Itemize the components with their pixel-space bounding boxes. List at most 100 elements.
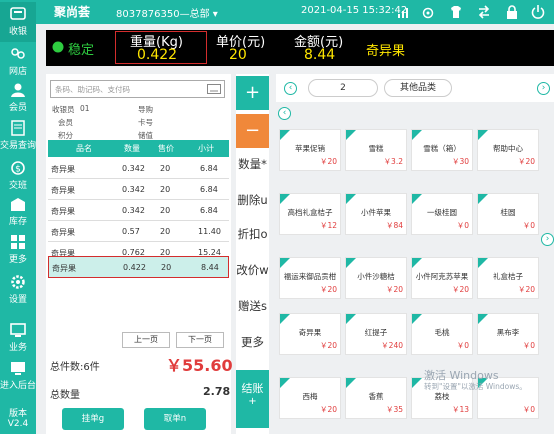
row-qty: 0.422 <box>123 263 146 272</box>
corner-tag-icon <box>280 314 290 324</box>
sidebar-item-shop[interactable]: 网店 <box>0 42 36 82</box>
row-name: 奇异果 <box>51 228 75 237</box>
product-name: 荔枝 <box>434 392 450 401</box>
change-price-button[interactable]: 改价w <box>236 260 269 280</box>
delete-button[interactable]: 删除u <box>236 190 269 210</box>
sidebar-item-inventory[interactable]: 库存 <box>0 192 36 232</box>
table-row[interactable]: 奇异果 0.342 20 6.84 <box>48 158 229 179</box>
sidebar-item-more[interactable]: 更多 <box>0 230 36 270</box>
sidebar-item-member[interactable]: 会员 <box>0 78 36 118</box>
product-tile[interactable]: 奇异果 ￥20 <box>279 313 341 355</box>
product-name: 黑布李 <box>496 328 520 337</box>
corner-tag-icon <box>412 258 422 268</box>
hold-order-button[interactable]: 挂单g <box>62 408 124 430</box>
sidebar-item-label: 交班 <box>8 181 27 191</box>
store-selector[interactable]: 8037876350—总部 ▾ <box>116 5 218 20</box>
product-tile[interactable]: 毛桃 ￥0 <box>411 313 473 355</box>
card-label: 卡号 <box>138 118 153 127</box>
product-tile[interactable]: 黑布李 ￥0 <box>477 313 539 355</box>
row-subtotal: 11.40 <box>198 227 221 236</box>
shirt-icon[interactable] <box>448 4 464 20</box>
product-tile[interactable]: 红提子 ￥240 <box>345 313 407 355</box>
product-price: ￥20 <box>517 157 535 166</box>
row-name: 奇异果 <box>51 165 75 174</box>
corner-tag-icon <box>478 194 488 204</box>
product-tile[interactable]: 小件阿克苏苹果 ￥20 <box>411 257 473 299</box>
increase-button[interactable]: + <box>236 76 269 110</box>
lock-icon[interactable] <box>504 4 520 20</box>
sidebar-item-handover[interactable]: $ 交班 <box>0 156 36 196</box>
row-price: 20 <box>160 185 171 194</box>
more-ops-button[interactable]: 更多 <box>236 332 269 352</box>
product-name: 苹果促销 <box>295 144 325 153</box>
product-tile[interactable]: 苹果促销 ￥20 <box>279 129 341 171</box>
backend-icon <box>11 362 25 375</box>
member-icon <box>11 83 25 97</box>
checkout-label: 结账 <box>241 382 264 395</box>
category-next-button[interactable]: › <box>537 82 550 95</box>
product-tile[interactable]: 礼盒桔子 ￥20 <box>477 257 539 299</box>
version-value: V2.4 <box>7 419 29 429</box>
transaction-search-icon <box>11 120 25 136</box>
total-qty-label: 总数量 <box>50 390 80 401</box>
product-tile[interactable]: 香蕉 ￥35 <box>345 377 407 419</box>
product-panel: ‹ 2 其他品类 › ‹ › 苹果促销 ￥20 雪糕 ￥3.2 雪糕（箱） ￥30 帮助中心… <box>276 74 554 434</box>
product-tile[interactable]: 帮助中心 ￥20 <box>477 129 539 171</box>
search-input[interactable]: 条码、助记码、支付码 <box>50 80 225 98</box>
corner-tag-icon <box>280 194 290 204</box>
product-tile[interactable]: 桂圆 ￥0 <box>477 193 539 235</box>
sidebar-item-label: 交易查询 <box>0 141 37 151</box>
sidebar-item-backend[interactable]: 进入后台 <box>0 356 36 396</box>
product-tile[interactable]: 西梅 ￥20 <box>279 377 341 419</box>
category-prev-button[interactable]: ‹ <box>284 82 297 95</box>
table-row[interactable]: 奇异果 0.57 20 11.40 <box>48 221 229 242</box>
product-tile[interactable]: 小件沙糖桔 ￥20 <box>345 257 407 299</box>
product-prev-button[interactable]: ‹ <box>278 107 291 120</box>
product-name: 福运来御品贡柑 <box>283 272 337 281</box>
category-tab[interactable]: 其他品类 <box>384 79 452 97</box>
row-qty: 0.57 <box>122 227 140 236</box>
product-price: ￥20 <box>319 285 337 294</box>
swap-icon[interactable] <box>476 4 492 20</box>
cloud-icon[interactable] <box>420 4 436 20</box>
product-tile[interactable]: 小件苹果 ￥84 <box>345 193 407 235</box>
datetime: 2021-04-15 15:32:42 <box>301 5 408 16</box>
next-page-button[interactable]: 下一页 <box>176 332 224 348</box>
checkout-sub: + <box>248 396 257 407</box>
product-tile[interactable]: 高档礼盒桔子 ￥12 <box>279 193 341 235</box>
sidebar-item-label: 业务 <box>8 343 27 353</box>
table-row[interactable]: 奇异果 0.342 20 6.84 <box>48 179 229 200</box>
quantity-button[interactable]: 数量* <box>236 154 269 174</box>
total-qty-value: 2.78 <box>203 385 231 398</box>
sidebar-item-settings[interactable]: 设置 <box>0 270 36 310</box>
category-tab[interactable]: 2 <box>308 79 378 97</box>
guide-label: 导购 <box>138 105 153 114</box>
product-price: ￥84 <box>385 221 403 230</box>
decrease-button[interactable]: − <box>236 114 269 148</box>
product-tile[interactable]: 一级桂圆 ￥0 <box>411 193 473 235</box>
keyboard-icon[interactable] <box>207 84 221 94</box>
corner-tag-icon <box>346 194 356 204</box>
business-icon <box>10 323 26 337</box>
power-icon[interactable] <box>530 4 546 20</box>
sidebar-item-cashier[interactable]: 收银 <box>0 2 36 42</box>
product-tile[interactable]: 雪糕（箱） ￥30 <box>411 129 473 171</box>
checkout-button[interactable]: 结账 + <box>236 370 269 428</box>
cashier-value: 01 <box>80 104 90 113</box>
sidebar-item-transactions[interactable]: 交易查询 <box>0 116 36 156</box>
gift-button[interactable]: 赠送s <box>236 296 269 316</box>
product-tile[interactable]: 福运来御品贡柑 ￥20 <box>279 257 341 299</box>
retrieve-order-button[interactable]: 取单n <box>144 408 206 430</box>
sidebar-item-business[interactable]: 业务 <box>0 318 36 358</box>
prev-page-button[interactable]: 上一页 <box>122 332 170 348</box>
product-tile[interactable]: 雪糕 ￥3.2 <box>345 129 407 171</box>
product-price: ￥20 <box>385 285 403 294</box>
discount-button[interactable]: 折扣o <box>236 224 269 244</box>
version-label: 版本 <box>8 409 27 419</box>
product-next-button[interactable]: › <box>541 233 554 246</box>
sidebar-item-label: 更多 <box>8 255 27 265</box>
table-row[interactable]: 奇异果 0.342 20 6.84 <box>48 200 229 221</box>
table-row-selected[interactable]: 奇异果 0.422 20 8.44 <box>48 256 229 278</box>
cashier-icon <box>10 7 26 20</box>
product-name: 雪糕（箱） <box>423 144 461 153</box>
